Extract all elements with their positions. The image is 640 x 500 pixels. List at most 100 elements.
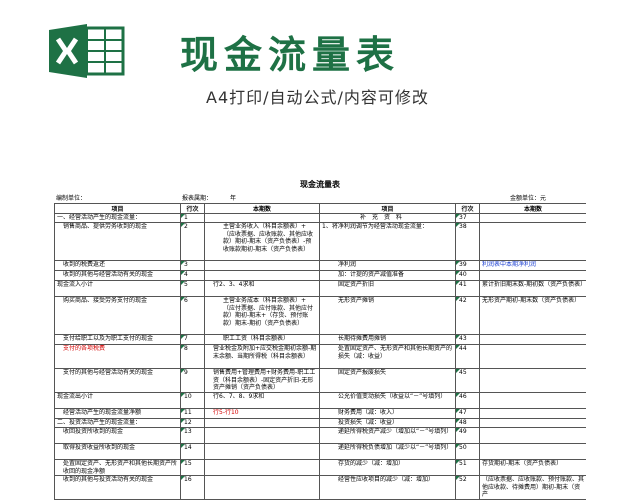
cell[interactable]: 3 [180, 260, 205, 271]
cell[interactable]: 投资损失（减：收益） [319, 418, 456, 428]
cell[interactable]: 利润表中本期净利润 [479, 260, 586, 271]
cell[interactable]: 4 [180, 270, 205, 281]
cell[interactable]: 收到的其他与投资活动有关的现金 [54, 475, 181, 500]
unit-label: 编制单位： [56, 195, 87, 202]
cell[interactable]: 主营业务收入（科目余额表）+（应收票据、应收账款、其他应收款）期初-期末（资产负… [204, 222, 320, 261]
cell[interactable]: 销售商品、提供劳务收到的现金 [54, 222, 181, 261]
cell[interactable]: 经营性应收项目的减少（减：增加） [319, 475, 456, 500]
cell[interactable] [479, 418, 586, 428]
cell[interactable]: 42 [455, 296, 480, 335]
cell[interactable]: 营业税金及附加+应交税金期初余额-期末余额、当期所得税（科目余额表） [204, 344, 320, 369]
cell[interactable]: 净利润 [319, 260, 456, 271]
cell[interactable]: 主营业务成本（科目余额表）+（应付票据、应付账款、其他应付款）期初-期末+（存货… [204, 296, 320, 335]
cell[interactable] [479, 427, 586, 444]
cell[interactable]: 购买商品、接受劳务支付的现金 [54, 296, 181, 335]
cell[interactable]: 收回投资所收到的现金 [54, 427, 181, 444]
cell[interactable]: 14 [180, 443, 205, 460]
cell[interactable]: 39 [455, 260, 480, 271]
cell[interactable] [204, 427, 320, 444]
cell[interactable] [479, 270, 586, 281]
cell[interactable]: 处置固定资产、无形资产和其他长期资产所收回的现金净额 [54, 458, 181, 477]
cell[interactable]: 46 [455, 392, 480, 409]
cell[interactable]: 经营活动产生的现金流量净额 [54, 408, 181, 419]
cell[interactable]: 累计折旧期末数-期初数（资产负债表） [479, 280, 586, 297]
cell[interactable]: 13 [180, 427, 205, 444]
cell[interactable]: 递延所得税资产减少（增加以“－”号填列） [319, 427, 456, 444]
cell[interactable]: 公允价值变动损失（收益以“－”号填列） [319, 392, 456, 409]
cell[interactable]: 45 [455, 368, 480, 393]
cell[interactable] [479, 392, 586, 409]
cell[interactable]: 支付的其他与经营活动有关的现金 [54, 368, 181, 393]
cell[interactable]: 16 [180, 475, 205, 500]
cell[interactable]: 10 [180, 392, 205, 409]
cell[interactable] [204, 458, 320, 477]
cell[interactable]: 8 [180, 344, 205, 369]
cell[interactable]: 行2、3、4求和 [204, 280, 320, 297]
cell[interactable]: 6 [180, 296, 205, 335]
table-row: 收回投资所收到的现金 13 递延所得税资产减少（增加以“－”号填列） 49 [54, 427, 586, 444]
cell[interactable]: 50 [455, 443, 480, 460]
cell[interactable]: （应收票据、应收账款、预付账款、其他应收款、待摊费用）期初-期末（资产 [479, 475, 586, 500]
cell[interactable] [204, 418, 320, 428]
table-row: 取得投资收益所收到的现金 14 递延所得税负债增加（减少以“－”号填列） 50 [54, 443, 586, 460]
cell[interactable]: 38 [455, 222, 480, 261]
cell[interactable] [204, 260, 320, 271]
cell[interactable] [479, 443, 586, 460]
cell[interactable]: 51 [455, 458, 480, 477]
cell[interactable] [479, 213, 586, 223]
cell[interactable]: 收到的其他与经营活动有关的现金 [54, 270, 181, 281]
cell[interactable]: 补 充 资 料 [319, 213, 456, 223]
cell[interactable] [479, 344, 586, 369]
cell[interactable]: 支付的各项税费 [54, 344, 181, 369]
cell[interactable]: 二、投资活动产生的现金流量： [54, 418, 181, 428]
cell[interactable]: 行5-行10 [204, 408, 320, 419]
cell[interactable]: 48 [455, 418, 480, 428]
cell[interactable]: 37 [455, 213, 480, 223]
cell[interactable]: 现金流入小计 [54, 280, 181, 297]
cell[interactable] [479, 408, 586, 419]
cell[interactable]: 15 [180, 458, 205, 477]
cell[interactable]: 现金流出小计 [54, 392, 181, 409]
cell[interactable]: 44 [455, 344, 480, 369]
cell[interactable]: 取得投资收益所收到的现金 [54, 443, 181, 460]
cell[interactable]: 财务费用（减：收入） [319, 408, 456, 419]
cell[interactable]: 2 [180, 222, 205, 261]
cell[interactable] [479, 222, 586, 261]
cell[interactable]: 行6、7、8、9求和 [204, 392, 320, 409]
cell[interactable]: 无形资产期初-期末数（资产负债表） [479, 296, 586, 335]
cell[interactable] [479, 368, 586, 393]
cell[interactable]: 41 [455, 280, 480, 297]
cell[interactable]: 无形资产摊销 [319, 296, 456, 335]
cell[interactable] [204, 443, 320, 460]
cell[interactable]: 7 [180, 334, 205, 345]
cell[interactable]: 11 [180, 408, 205, 419]
cell[interactable] [204, 475, 320, 500]
cell[interactable]: 收到的税费返还 [54, 260, 181, 271]
cell[interactable]: 存货的减少（减：增加） [319, 458, 456, 477]
cell[interactable]: 43 [455, 334, 480, 345]
cell[interactable]: 12 [180, 418, 205, 428]
cell[interactable]: 长期待摊费用摊销 [319, 334, 456, 345]
cell[interactable] [479, 334, 586, 345]
cell[interactable]: 支付给职工以及为职工支付的现金 [54, 334, 181, 345]
cell[interactable]: 9 [180, 368, 205, 393]
cell[interactable]: 处置固定资产、无形资产和其他长期资产的损失（减：收益） [319, 344, 456, 369]
cell[interactable]: 固定资产折旧 [319, 280, 456, 297]
cell[interactable] [204, 270, 320, 281]
cell[interactable]: 固定资产报废损失 [319, 368, 456, 393]
cell[interactable] [204, 213, 320, 223]
cell[interactable]: 销售费用+管理费用+财务费用-职工工资（科目余额表）-固定资产折旧-无形资产摊销… [204, 368, 320, 393]
cell[interactable]: 存货期初-期末（资产负债表） [479, 458, 586, 477]
cell[interactable]: 一、经营活动产生的现金流量： [54, 213, 181, 223]
cell[interactable]: 1、将净利润调节为经营活动现金流量： [319, 222, 456, 261]
cell[interactable]: 5 [180, 280, 205, 297]
cell[interactable]: 52 [455, 475, 480, 500]
cell[interactable]: 递延所得税负债增加（减少以“－”号填列） [319, 443, 456, 460]
cell[interactable]: 职工工资（科目余额表） [204, 334, 320, 345]
cell[interactable]: 加：计提的资产减值准备 [319, 270, 456, 281]
cell[interactable]: 40 [455, 270, 480, 281]
cell[interactable]: 49 [455, 427, 480, 444]
cell[interactable]: 1 [180, 213, 205, 223]
cell[interactable]: 47 [455, 408, 480, 419]
table-row: 经营活动产生的现金流量净额 11 行5-行10 财务费用（减：收入） 47 [54, 408, 586, 419]
